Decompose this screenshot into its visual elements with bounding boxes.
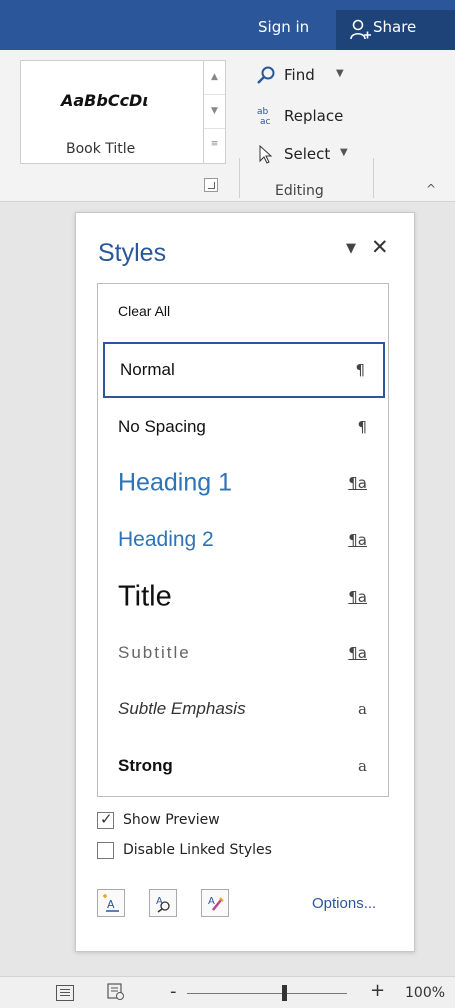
cursor-arrow-icon (259, 144, 273, 164)
style-item-label: Subtitle (118, 643, 191, 662)
svg-text:A: A (208, 896, 215, 907)
style-inspector-icon: A (156, 896, 170, 913)
gallery-scroll-down-button[interactable]: ▼ (204, 95, 225, 129)
style-item-label: Subtle Emphasis (118, 699, 246, 718)
sign-in-link[interactable]: Sign in (258, 18, 309, 36)
pane-options-dropdown-icon[interactable]: ▼ (346, 241, 356, 256)
checkbox-label: Disable Linked Styles (123, 842, 272, 858)
style-item-strong[interactable]: Strong a (103, 738, 385, 794)
style-gallery-item[interactable]: AaBbCcDι Book Title (20, 60, 204, 164)
new-style-button[interactable]: A (97, 889, 125, 917)
character-style-icon: a (358, 757, 367, 775)
checkbox-box[interactable]: ✓ (97, 810, 114, 829)
zoom-out-button[interactable]: - (170, 981, 177, 1002)
svg-text:ab: ab (257, 107, 269, 117)
style-item-label: Clear All (118, 303, 171, 319)
search-icon (257, 66, 275, 84)
editing-group-label: Editing (275, 183, 324, 199)
group-divider (239, 158, 240, 198)
style-item-subtitle[interactable]: Subtitle ¶a (103, 625, 385, 681)
find-label: Find (284, 66, 315, 84)
linked-style-icon: ¶a (348, 531, 367, 549)
zoom-level[interactable]: 100% (405, 985, 445, 1001)
style-item-heading-2[interactable]: Heading 2 ¶a (103, 512, 385, 568)
gallery-scroll-up-button[interactable]: ▲ (204, 61, 225, 95)
pane-title: Styles (98, 239, 167, 267)
style-inspector-button[interactable]: A (149, 889, 177, 917)
styles-dialog-launcher-icon[interactable] (204, 178, 218, 192)
svg-text:A: A (156, 896, 163, 907)
share-label: Share (373, 18, 417, 36)
style-item-heading-1[interactable]: Heading 1 ¶a (103, 455, 385, 511)
new-style-icon: A (103, 894, 119, 912)
chevron-down-icon: ▼ (211, 106, 218, 116)
print-layout-icon[interactable] (107, 983, 125, 1001)
share-button[interactable]: Share (336, 10, 455, 50)
styles-list: Clear All Normal ¶ No Spacing ¶ Heading … (97, 283, 389, 797)
style-item-label: Title (118, 580, 172, 613)
chevron-down-icon: ▼ (340, 147, 348, 158)
gallery-more-button[interactable]: ≡ (204, 129, 225, 163)
title-bar: Sign in Share (0, 0, 455, 50)
style-item-clear-all[interactable]: Clear All (103, 286, 385, 336)
more-icon: ≡ (210, 139, 219, 149)
manage-styles-button[interactable]: A (201, 889, 229, 917)
style-item-normal[interactable]: Normal ¶ (103, 342, 385, 398)
linked-style-icon: ¶a (348, 474, 367, 492)
style-item-label: Heading 2 (118, 528, 214, 551)
character-style-icon: a (358, 700, 367, 718)
style-item-subtle-emphasis[interactable]: Subtle Emphasis a (103, 681, 385, 737)
manage-styles-icon: A (208, 896, 224, 911)
zoom-slider[interactable] (187, 993, 347, 994)
paragraph-mark-icon: ¶ (355, 361, 365, 379)
gallery-style-name: Book Title (66, 141, 136, 157)
chevron-down-icon: ▼ (336, 68, 344, 79)
linked-style-icon: ¶a (348, 644, 367, 662)
close-icon[interactable]: ✕ (371, 235, 389, 259)
checkbox-box[interactable] (97, 842, 114, 859)
checkmark-icon: ✓ (100, 810, 113, 828)
style-item-label: Heading 1 (118, 468, 232, 497)
read-mode-icon[interactable] (56, 985, 74, 1001)
paragraph-mark-icon: ¶ (357, 418, 367, 436)
gallery-scroll: ▲ ▼ ≡ (204, 60, 226, 164)
options-link[interactable]: Options... (312, 895, 376, 912)
svg-text:ac: ac (260, 117, 271, 126)
style-item-no-spacing[interactable]: No Spacing ¶ (103, 399, 385, 455)
collapse-ribbon-icon[interactable]: ^ (426, 182, 436, 196)
chevron-up-icon: ▲ (211, 72, 218, 82)
gallery-style-sample: AaBbCcDι (61, 91, 149, 110)
select-label: Select (284, 145, 331, 163)
style-item-label: Strong (118, 756, 173, 775)
group-divider (373, 158, 374, 198)
checkbox-label: Show Preview (123, 812, 220, 828)
svg-text:A: A (107, 898, 115, 911)
ribbon: AaBbCcDι Book Title ▲ ▼ ≡ Find ▼ ab ac R… (0, 50, 455, 202)
styles-pane: Styles ▼ ✕ Clear All Normal ¶ No Spacing… (75, 212, 415, 952)
zoom-in-button[interactable]: + (370, 980, 385, 1001)
replace-icon: ab ac (257, 107, 271, 126)
style-item-title[interactable]: Title ¶a (103, 569, 385, 625)
linked-style-icon: ¶a (348, 588, 367, 606)
style-item-label: No Spacing (118, 417, 206, 436)
status-bar: - + 100% (0, 976, 455, 1008)
replace-label: Replace (284, 107, 344, 125)
zoom-slider-thumb[interactable] (282, 985, 287, 1001)
share-person-icon (350, 19, 371, 40)
style-item-label: Normal (120, 360, 175, 379)
